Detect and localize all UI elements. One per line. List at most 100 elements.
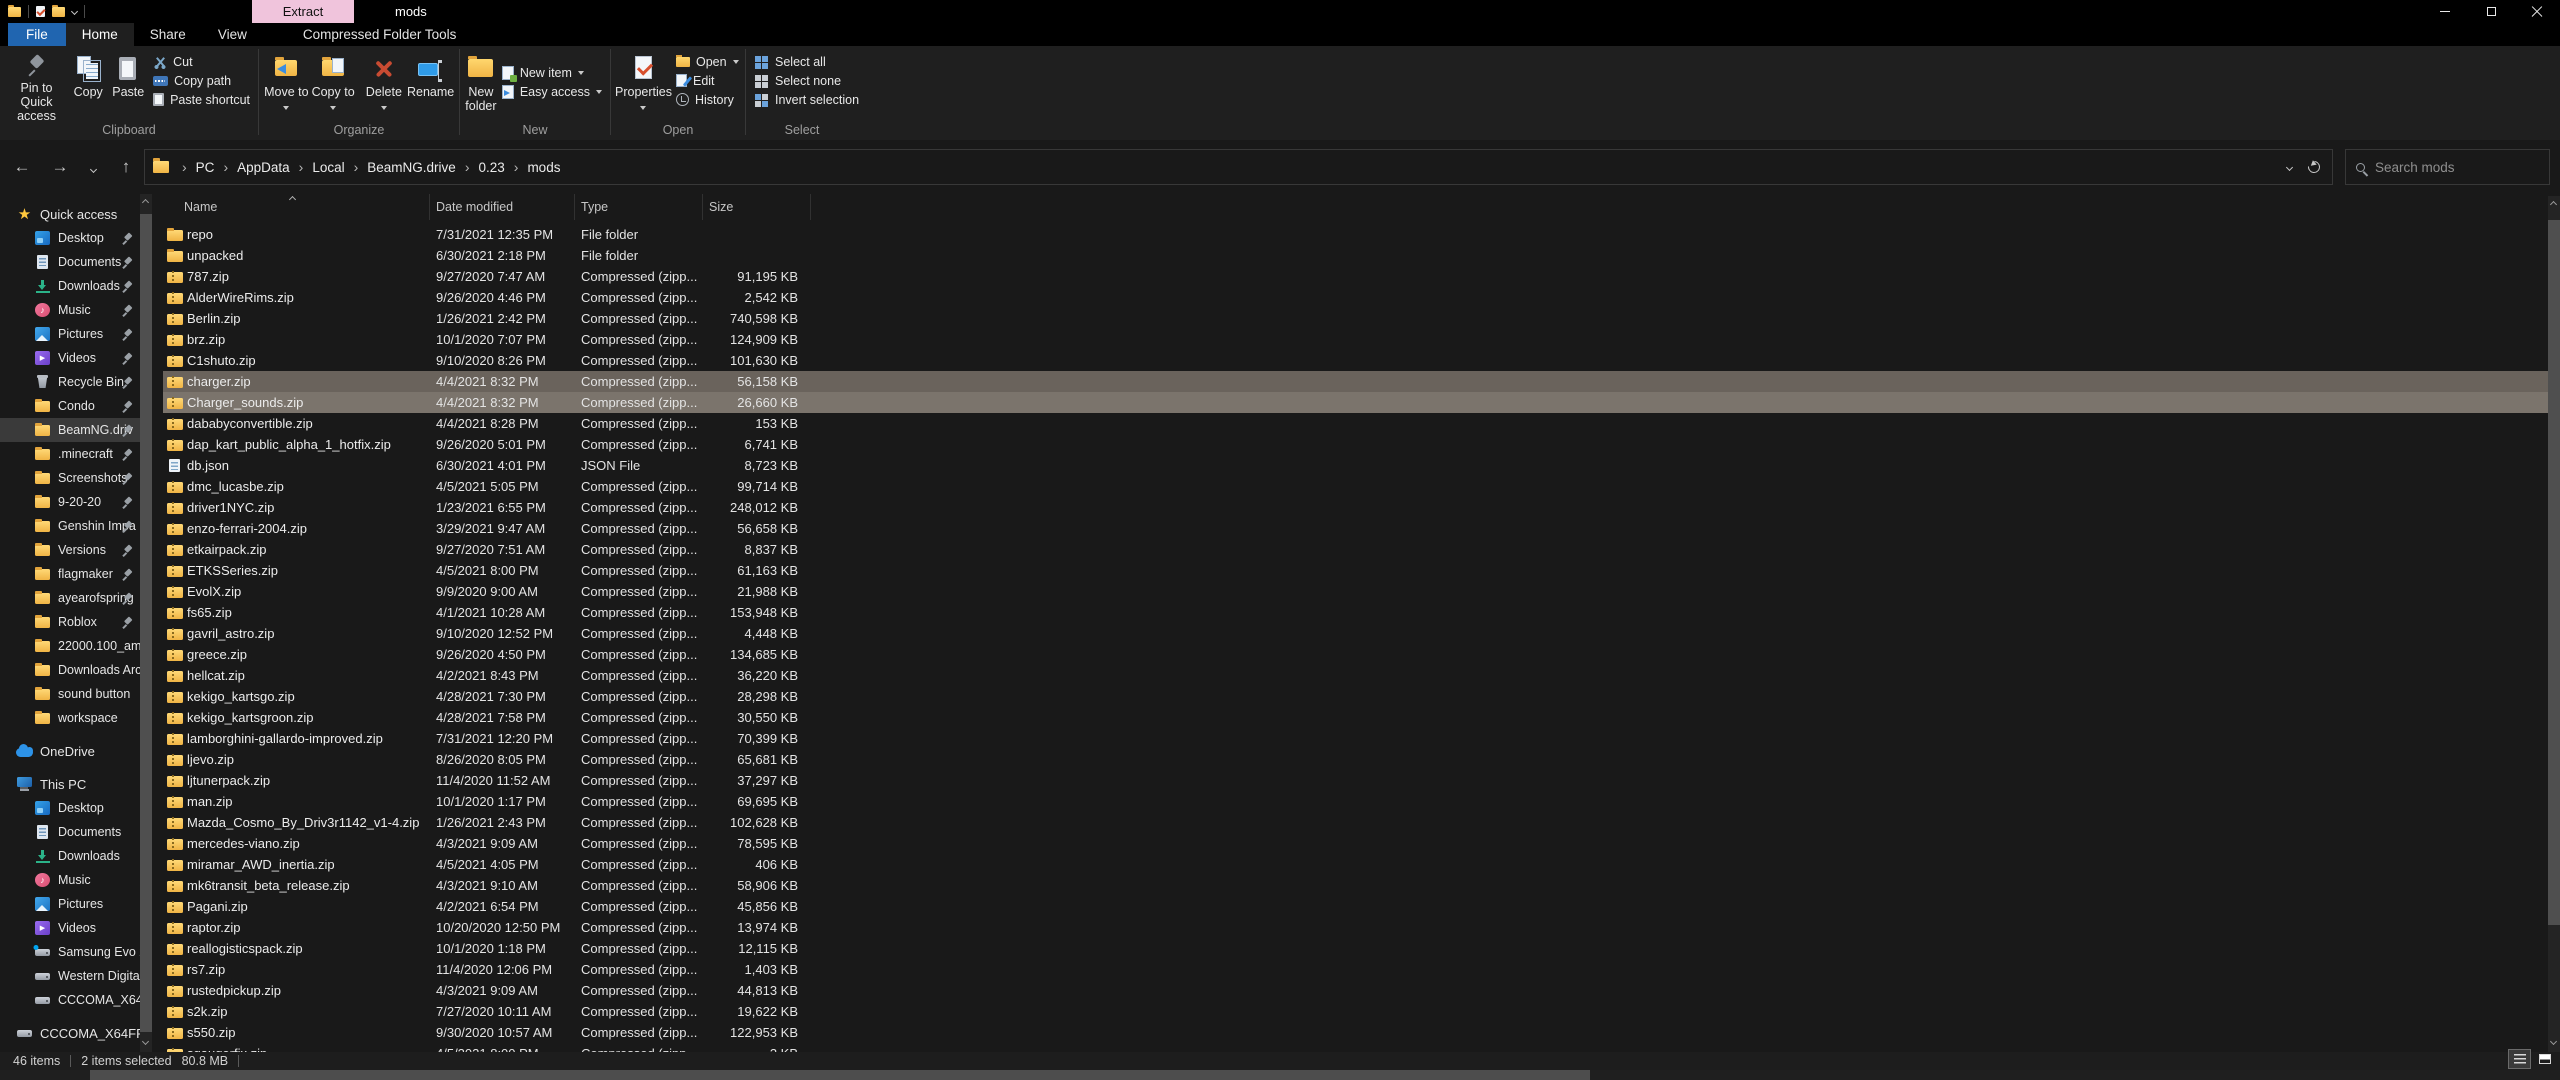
sidebar-item[interactable]: Screenshots	[0, 466, 150, 490]
table-row[interactable]: repo 7/31/2021 12:35 PM File folder	[163, 224, 2548, 245]
table-row[interactable]: enzo-ferrari-2004.zip 3/29/2021 9:47 AM …	[163, 518, 2548, 539]
sidebar-item[interactable]: sound button	[0, 682, 150, 706]
sidebar-item[interactable]: Downloads Arch	[0, 658, 150, 682]
table-row[interactable]: driver1NYC.zip 1/23/2021 6:55 PM Compres…	[163, 497, 2548, 518]
qat-new-folder-icon[interactable]	[52, 7, 65, 17]
pin-icon[interactable]	[121, 568, 133, 580]
qat-customize-chevron-icon[interactable]	[71, 8, 78, 15]
table-row[interactable]: kekigo_kartsgroon.zip 4/28/2021 7:58 PM …	[163, 707, 2548, 728]
sidebar-item[interactable]: Condo	[0, 394, 150, 418]
sidebar-item[interactable]: Versions	[0, 538, 150, 562]
table-row[interactable]: fs65.zip 4/1/2021 10:28 AM Compressed (z…	[163, 602, 2548, 623]
refresh-icon[interactable]	[2306, 159, 2323, 176]
file-list-scrollbar[interactable]	[2548, 196, 2560, 1052]
forward-button[interactable]: →	[48, 157, 72, 177]
sidebar-item[interactable]: Genshin Impa	[0, 514, 150, 538]
table-row[interactable]: mercedes-viano.zip 4/3/2021 9:09 AM Comp…	[163, 833, 2548, 854]
select-all-button[interactable]: Select all	[750, 52, 863, 71]
copy-path-button[interactable]: Copy path	[149, 71, 254, 90]
recent-locations-chevron-icon[interactable]	[86, 157, 100, 177]
pin-icon[interactable]	[121, 328, 133, 340]
pin-icon[interactable]	[121, 616, 133, 628]
table-row[interactable]: brz.zip 10/1/2020 7:07 PM Compressed (zi…	[163, 329, 2548, 350]
sidebar-item[interactable]: 9-20-20	[0, 490, 150, 514]
properties-button[interactable]: Properties	[615, 51, 672, 117]
sidebar-item[interactable]: Downloads	[0, 844, 150, 868]
sidebar-item[interactable]: Quick access	[0, 202, 150, 226]
history-button[interactable]: History	[672, 90, 743, 109]
horizontal-scrollbar-thumb[interactable]	[90, 1070, 1590, 1080]
sidebar-item[interactable]: Pictures	[0, 892, 150, 916]
scroll-up-icon[interactable]	[2549, 201, 2556, 208]
table-row[interactable]: lamborghini-gallardo-improved.zip 7/31/2…	[163, 728, 2548, 749]
table-row[interactable]: mk6transit_beta_release.zip 4/3/2021 9:1…	[163, 875, 2548, 896]
table-row[interactable]: reallogisticspack.zip 10/1/2020 1:18 PM …	[163, 938, 2548, 959]
invert-selection-button[interactable]: Invert selection	[750, 90, 863, 109]
search-input[interactable]	[2375, 160, 2539, 175]
column-header-type[interactable]: Type	[575, 194, 703, 220]
pin-icon[interactable]	[121, 352, 133, 364]
scroll-up-icon[interactable]	[141, 199, 148, 206]
up-button[interactable]: ↑	[114, 157, 138, 177]
breadcrumb-folder-icon[interactable]	[153, 161, 169, 173]
breadcrumb-segment[interactable]: › AppData	[214, 159, 289, 175]
maximize-button[interactable]	[2468, 0, 2514, 23]
breadcrumb-segment[interactable]: › PC	[173, 159, 214, 175]
tab-home[interactable]: Home	[66, 23, 134, 46]
sidebar-item[interactable]: Music	[0, 868, 150, 892]
sidebar-item[interactable]: Desktop	[0, 226, 150, 250]
sidebar-item[interactable]: Samsung Evo 25	[0, 940, 150, 964]
new-folder-button[interactable]: New folder	[464, 51, 498, 117]
pin-icon[interactable]	[121, 376, 133, 388]
table-row[interactable]: rustedpickup.zip 4/3/2021 9:09 AM Compre…	[163, 980, 2548, 1001]
horizontal-scrollbar[interactable]	[0, 1070, 2560, 1080]
table-row[interactable]: greece.zip 9/26/2020 4:50 PM Compressed …	[163, 644, 2548, 665]
table-row[interactable]: man.zip 10/1/2020 1:17 PM Compressed (zi…	[163, 791, 2548, 812]
table-row[interactable]: Mazda_Cosmo_By_Driv3r1142_v1-4.zip 1/26/…	[163, 812, 2548, 833]
table-row[interactable]: etkairpack.zip 9/27/2020 7:51 AM Compres…	[163, 539, 2548, 560]
cut-button[interactable]: Cut	[149, 52, 254, 71]
table-row[interactable]: s550.zip 9/30/2020 10:57 AM Compressed (…	[163, 1022, 2548, 1043]
table-row[interactable]: EvolX.zip 9/9/2020 9:00 AM Compressed (z…	[163, 581, 2548, 602]
edit-button[interactable]: Edit	[672, 71, 743, 90]
sidebar-item[interactable]: CCCOMA_X64FR	[0, 988, 150, 1012]
pin-icon[interactable]	[121, 280, 133, 292]
sidebar-item[interactable]: Videos	[0, 916, 150, 940]
tab-share[interactable]: Share	[134, 23, 202, 46]
sidebar-item[interactable]: Roblox	[0, 610, 150, 634]
delete-button[interactable]: Delete	[361, 51, 406, 117]
sidebar-item[interactable]: flagmaker	[0, 562, 150, 586]
new-item-button[interactable]: New item	[498, 64, 606, 83]
sidebar-item[interactable]: CCCOMA_X64FRE	[0, 1021, 150, 1045]
paste-button[interactable]: Paste	[107, 51, 149, 117]
table-row[interactable]: unpacked 6/30/2021 2:18 PM File folder	[163, 245, 2548, 266]
pin-icon[interactable]	[121, 472, 133, 484]
pin-icon[interactable]	[121, 424, 133, 436]
table-row[interactable]: kekigo_kartsgo.zip 4/28/2021 7:30 PM Com…	[163, 686, 2548, 707]
pin-icon[interactable]	[121, 448, 133, 460]
address-dropdown-chevron-icon[interactable]	[2286, 163, 2293, 170]
table-row[interactable]: Berlin.zip 1/26/2021 2:42 PM Compressed …	[163, 308, 2548, 329]
sidebar-scrollbar-thumb[interactable]	[140, 214, 152, 1032]
pin-icon[interactable]	[121, 304, 133, 316]
back-button[interactable]: ←	[10, 157, 34, 177]
sidebar-item[interactable]: Desktop	[0, 796, 150, 820]
table-row[interactable]: charger.zip 4/4/2021 8:32 PM Compressed …	[163, 371, 2548, 392]
sidebar-item[interactable]: Videos	[0, 346, 150, 370]
qat-folder-icon[interactable]	[8, 7, 21, 17]
table-row[interactable]: 787.zip 9/27/2020 7:47 AM Compressed (zi…	[163, 266, 2548, 287]
breadcrumb-segment[interactable]: › 0.23	[456, 159, 505, 175]
table-row[interactable]: hellcat.zip 4/2/2021 8:43 PM Compressed …	[163, 665, 2548, 686]
pin-icon[interactable]	[121, 232, 133, 244]
table-row[interactable]: db.json 6/30/2021 4:01 PM JSON File 8,72…	[163, 455, 2548, 476]
details-view-button[interactable]	[2508, 1049, 2531, 1069]
table-row[interactable]: dap_kart_public_alpha_1_hotfix.zip 9/26/…	[163, 434, 2548, 455]
table-row[interactable]: C1shuto.zip 9/10/2020 8:26 PM Compressed…	[163, 350, 2548, 371]
table-row[interactable]: rs7.zip 11/4/2020 12:06 PM Compressed (z…	[163, 959, 2548, 980]
breadcrumb-segment[interactable]: › mods	[505, 159, 561, 175]
sidebar-item[interactable]: 22000.100_amd6	[0, 634, 150, 658]
sidebar-item[interactable]: Downloads	[0, 274, 150, 298]
table-row[interactable]: raptor.zip 10/20/2020 12:50 PM Compresse…	[163, 917, 2548, 938]
scroll-down-icon[interactable]	[141, 1038, 148, 1045]
pin-icon[interactable]	[121, 520, 133, 532]
